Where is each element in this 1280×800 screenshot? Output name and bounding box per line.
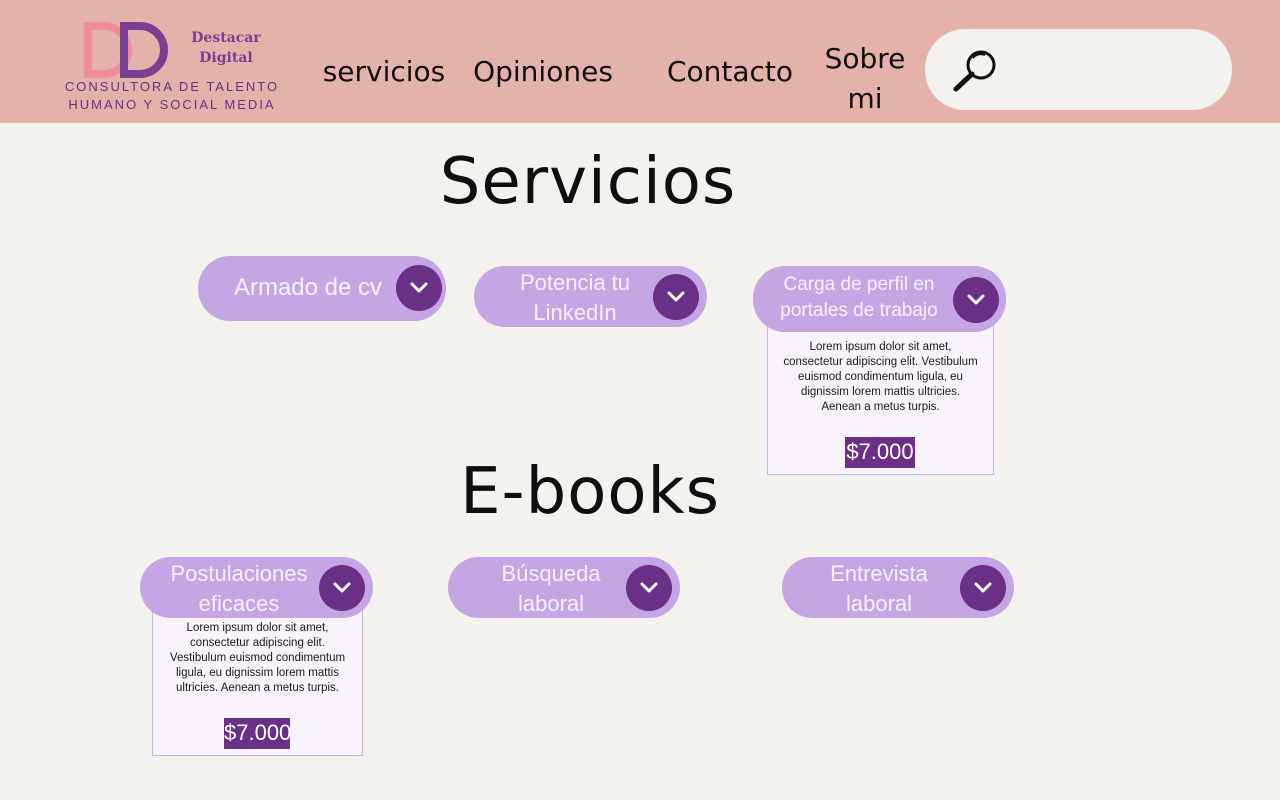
ebooks-title: E-books [460, 455, 720, 529]
ebook-entrevista[interactable]: Entrevista laboral [782, 557, 1014, 618]
servicios-title: Servicios [439, 145, 737, 219]
service-label: Armado de cv [233, 274, 383, 301]
service-label: Carga de perfil en portales de trabajo [780, 274, 938, 321]
price-tag[interactable]: $7.000 [845, 437, 915, 468]
price-tag[interactable]: $7.000 [224, 718, 291, 749]
search-icon[interactable] [951, 49, 999, 93]
chevron-down-icon [333, 582, 351, 593]
expand-button[interactable] [953, 277, 999, 323]
service-carga-perfil[interactable]: Carga de perfil en portales de trabajo [753, 266, 1006, 332]
search-input[interactable] [1009, 47, 1213, 93]
logo-mark [84, 22, 168, 78]
service-description: Lorem ipsum dolor sit amet, consectetur … [783, 341, 978, 413]
nav-sobre-mi[interactable]: Sobre mi [818, 39, 912, 119]
service-label: Potencia tu LinkedIn [519, 270, 631, 325]
expand-button[interactable] [396, 265, 442, 311]
ebook-detail-card: Lorem ipsum dolor sit amet, consectetur … [152, 604, 363, 756]
chevron-down-icon [667, 291, 685, 302]
logo-name: Destacar Digital [191, 30, 261, 66]
ebook-postulaciones[interactable]: Postulaciones eficaces [140, 557, 373, 618]
search-box[interactable] [925, 29, 1232, 110]
service-detail-card: Lorem ipsum dolor sit amet, consectetur … [767, 322, 994, 475]
site-header: Destacar Digital CONSULTORA DE TALENTO H… [0, 0, 1280, 123]
nav-servicios[interactable]: servicios [322, 52, 446, 92]
ebook-description: Lorem ipsum dolor sit amet, consectetur … [169, 622, 346, 694]
expand-button[interactable] [960, 565, 1006, 611]
expand-button[interactable] [653, 274, 699, 320]
brand-logo[interactable]: Destacar Digital CONSULTORA DE TALENTO H… [58, 18, 286, 118]
chevron-down-icon [410, 282, 428, 293]
nav-contacto[interactable]: Contacto [662, 52, 798, 92]
ebook-busqueda[interactable]: Búsqueda laboral [448, 557, 680, 618]
chevron-down-icon [967, 294, 985, 305]
ebook-label: Entrevista laboral [830, 561, 928, 616]
chevron-down-icon [640, 582, 658, 593]
ebook-label: Búsqueda laboral [501, 561, 601, 616]
expand-button[interactable] [626, 565, 672, 611]
service-linkedin[interactable]: Potencia tu LinkedIn [474, 266, 707, 327]
expand-button[interactable] [319, 565, 365, 611]
ebook-label: Postulaciones eficaces [170, 561, 308, 616]
nav-opiniones[interactable]: Opiniones [470, 52, 616, 92]
chevron-down-icon [974, 582, 992, 593]
service-armado-cv[interactable]: Armado de cv [198, 256, 446, 321]
logo-tagline: CONSULTORA DE TALENTO HUMANO Y SOCIAL ME… [64, 79, 280, 112]
